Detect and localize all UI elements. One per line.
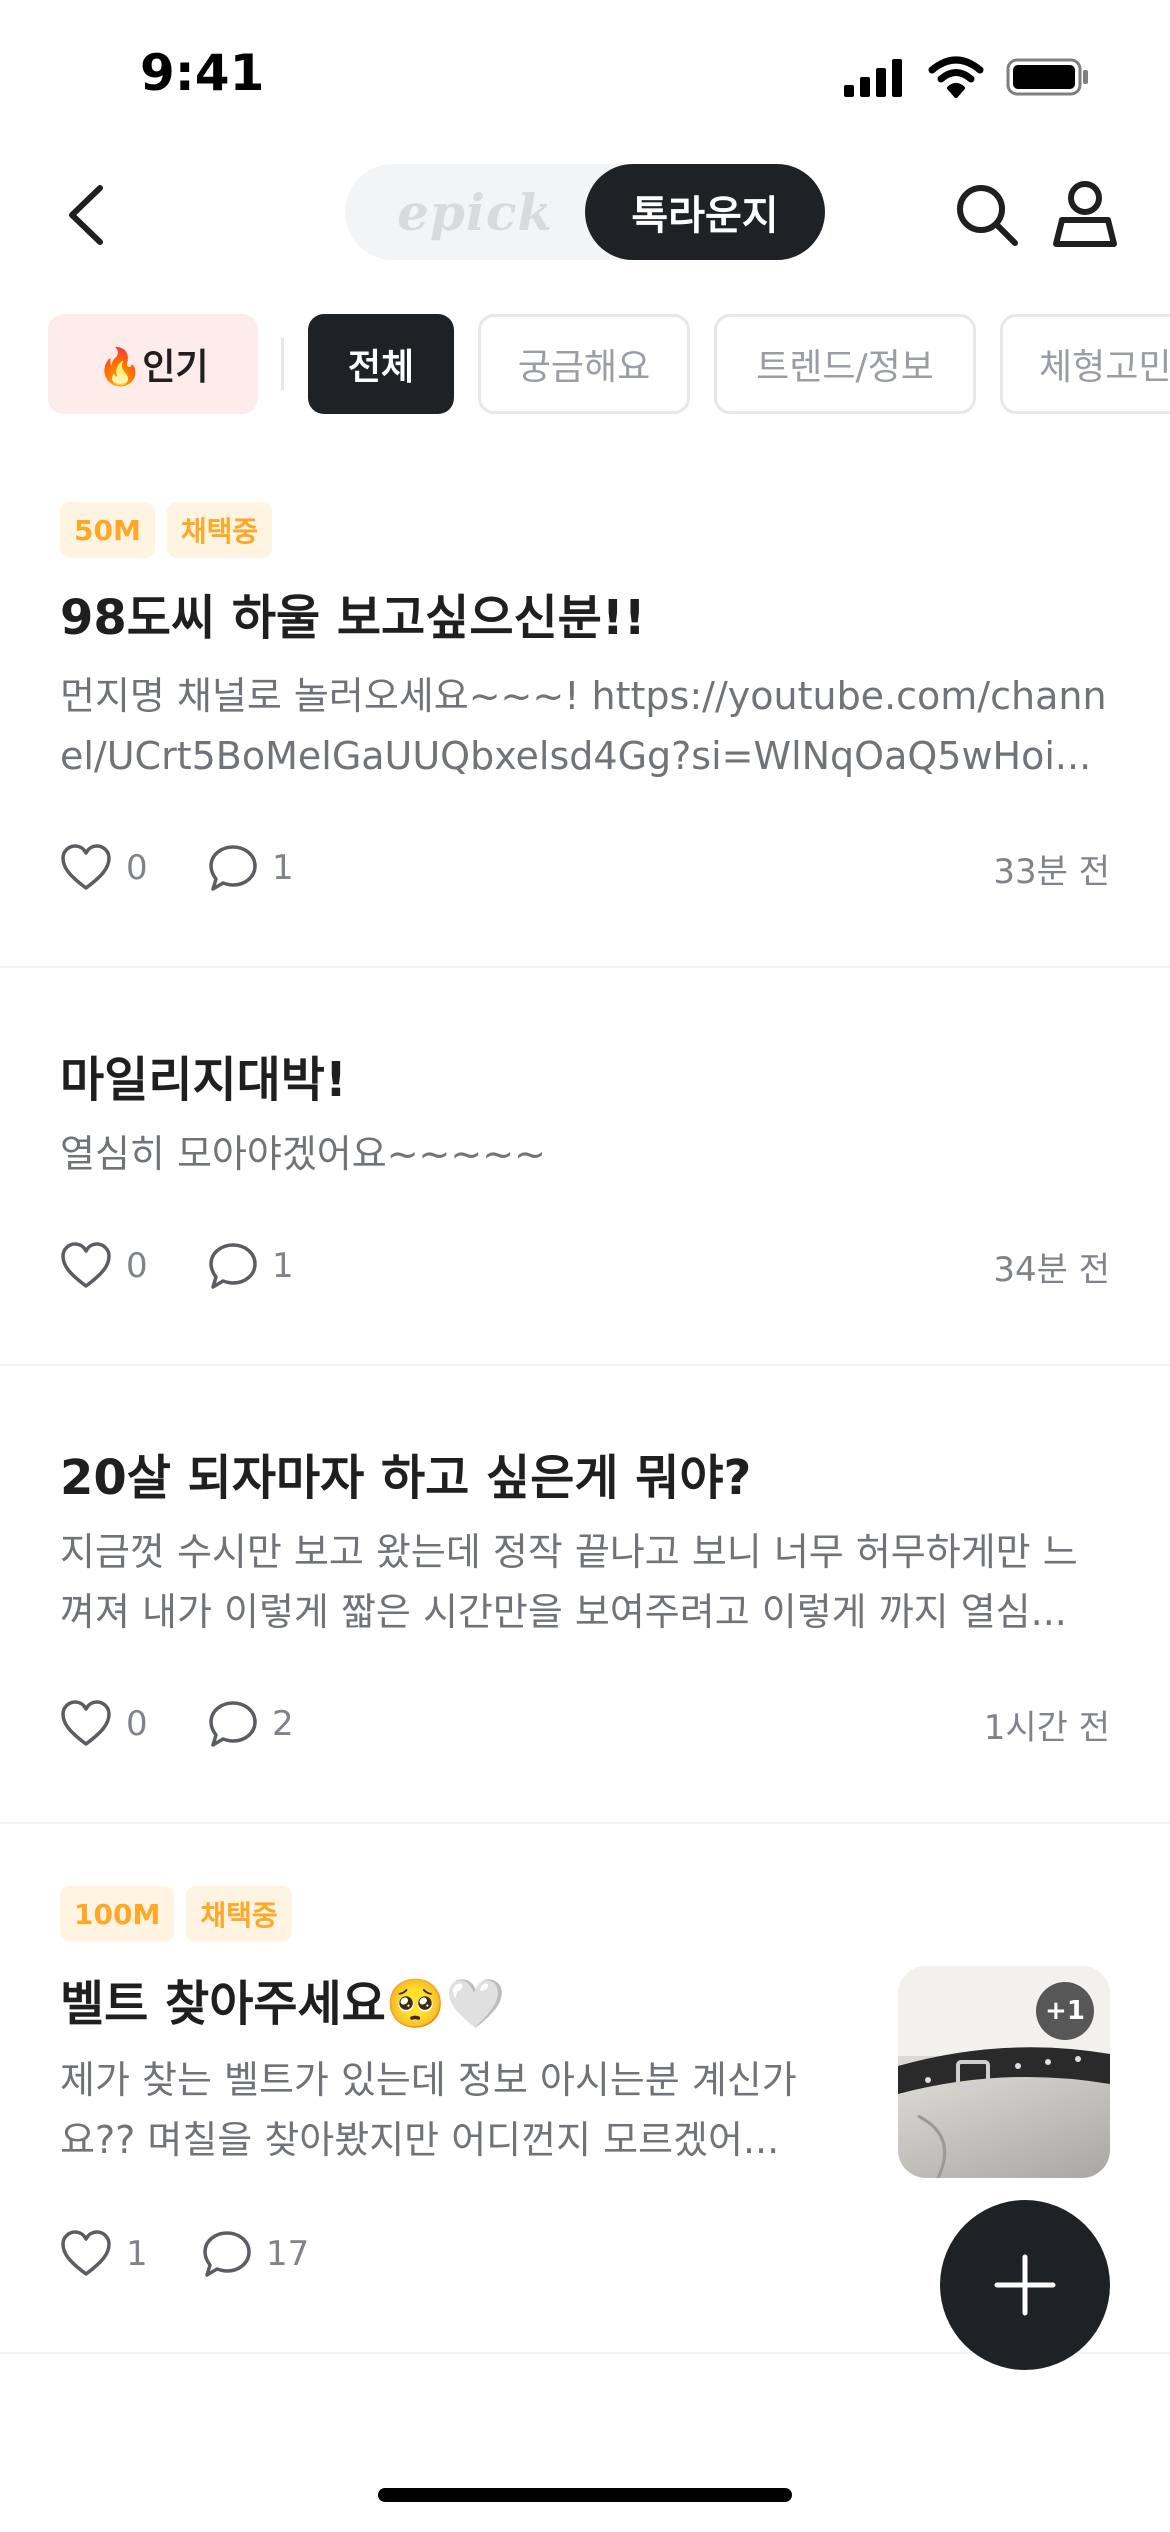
post-title: 20살 되자마자 하고 싶은게 뭐야? <box>60 1450 752 1506</box>
like-button[interactable]: 0 <box>60 1236 148 1296</box>
like-button[interactable]: 1 <box>60 2224 148 2284</box>
status-badge: 채택중 <box>186 1886 292 1942</box>
chip-divider <box>281 338 284 390</box>
post-title: 98도씨 하울 보고싶으신분!! <box>60 590 646 646</box>
post-thumbnail[interactable]: +1 <box>898 1966 1110 2178</box>
search-icon <box>957 185 1018 246</box>
comment-button[interactable]: 1 <box>208 838 294 898</box>
post-title: 벨트 찾아주세요🥺🤍 <box>60 1976 506 2032</box>
comment-count: 2 <box>272 1704 294 1744</box>
chevron-left-icon <box>69 185 103 245</box>
comment-button[interactable]: 1 <box>208 1236 294 1296</box>
post-timestamp: 34분 전 <box>993 1249 1110 1290</box>
profile-button[interactable] <box>1050 178 1120 250</box>
cellular-signal-icon <box>844 59 902 97</box>
like-button[interactable]: 0 <box>60 1694 148 1754</box>
status-badge: 채택중 <box>166 502 273 558</box>
home-indicator <box>378 2488 792 2502</box>
post-timestamp: 1시간 전 <box>983 1707 1110 1748</box>
list-item[interactable]: 20살 되자마자 하고 싶은게 뭐야? 지금껏 수시만 보고 왔는데 정작 끝나… <box>0 1366 1170 1824</box>
chip-body-type[interactable]: 체형고민 <box>1000 314 1170 414</box>
heart-icon <box>61 1700 111 1746</box>
comment-button[interactable]: 2 <box>208 1694 294 1754</box>
status-time: 9:41 <box>140 44 265 102</box>
like-count: 0 <box>126 848 148 888</box>
chip-curious[interactable]: 궁금해요 <box>478 314 690 414</box>
post-title: 마일리지대박! <box>60 1052 347 1108</box>
comment-count: 17 <box>266 2234 310 2274</box>
like-count: 0 <box>126 1704 148 1744</box>
post-meta: 0 1 34분 전 <box>60 1236 1110 1296</box>
comment-count: 1 <box>272 848 294 888</box>
chip-trend-info[interactable]: 트렌드/정보 <box>714 314 976 414</box>
chip-popular[interactable]: 🔥인기 <box>48 314 258 414</box>
heart-icon <box>61 2230 111 2276</box>
like-button[interactable]: 0 <box>60 838 148 898</box>
list-item[interactable]: 마일리지대박! 열심히 모아야겠어요~~~~~ 0 1 34분 전 <box>0 968 1170 1366</box>
chip-all[interactable]: 전체 <box>308 314 454 414</box>
write-post-button[interactable] <box>940 2200 1110 2370</box>
battery-icon <box>1006 58 1088 96</box>
search-button[interactable] <box>952 180 1022 250</box>
post-meta: 0 1 33분 전 <box>60 838 1110 898</box>
heart-icon <box>61 844 111 890</box>
post-body: 지금껏 수시만 보고 왔는데 정작 끝나고 보니 너무 허무하게만 느껴져 내가… <box>60 1530 1078 1634</box>
image-count-badge: +1 <box>1036 1982 1094 2040</box>
like-count: 1 <box>126 2234 148 2274</box>
comment-count: 1 <box>272 1246 294 1286</box>
like-count: 0 <box>126 1246 148 1286</box>
back-button[interactable] <box>56 180 116 250</box>
status-icons <box>844 56 1090 98</box>
post-body: 먼지명 채널로 놀러오세요~~~! https://youtube.com/ch… <box>60 674 1107 778</box>
category-chips: 🔥인기 전체 궁금해요 트렌드/정보 체형고민 <box>0 314 1170 418</box>
post-meta: 0 2 1시간 전 <box>60 1694 1110 1754</box>
toggle-epick-option[interactable]: epick <box>385 164 565 260</box>
reward-badge: 100M <box>60 1886 175 1942</box>
reward-badge: 50M <box>60 502 155 558</box>
mode-toggle[interactable]: epick 톡라운지 <box>345 164 825 260</box>
top-navigation-bar: epick 톡라운지 <box>0 150 1170 280</box>
comment-icon <box>209 845 257 891</box>
post-badges: 50M 채택중 <box>60 502 273 558</box>
comment-icon <box>209 1701 257 1747</box>
post-badges: 100M 채택중 <box>60 1886 292 1942</box>
post-timestamp: 33분 전 <box>993 851 1110 892</box>
status-bar: 9:41 <box>0 0 1170 150</box>
comment-icon <box>209 1243 257 1289</box>
user-icon <box>1053 181 1117 247</box>
post-body: 열심히 모아야겠어요~~~~~ <box>60 1132 546 1176</box>
plus-icon <box>994 2254 1056 2316</box>
post-body: 제가 찾는 벨트가 있는데 정보 아시는분 계신가요?? 며칠을 찾아봤지만 어… <box>60 2058 797 2162</box>
comment-icon <box>203 2231 251 2277</box>
toggle-talk-lounge-option[interactable]: 톡라운지 <box>585 164 825 260</box>
wifi-icon <box>928 56 984 98</box>
comment-button[interactable]: 17 <box>202 2224 309 2284</box>
list-item[interactable]: 50M 채택중 98도씨 하울 보고싶으신분!! 먼지명 채널로 놀러오세요~~… <box>0 460 1170 968</box>
heart-icon <box>61 1242 111 1288</box>
